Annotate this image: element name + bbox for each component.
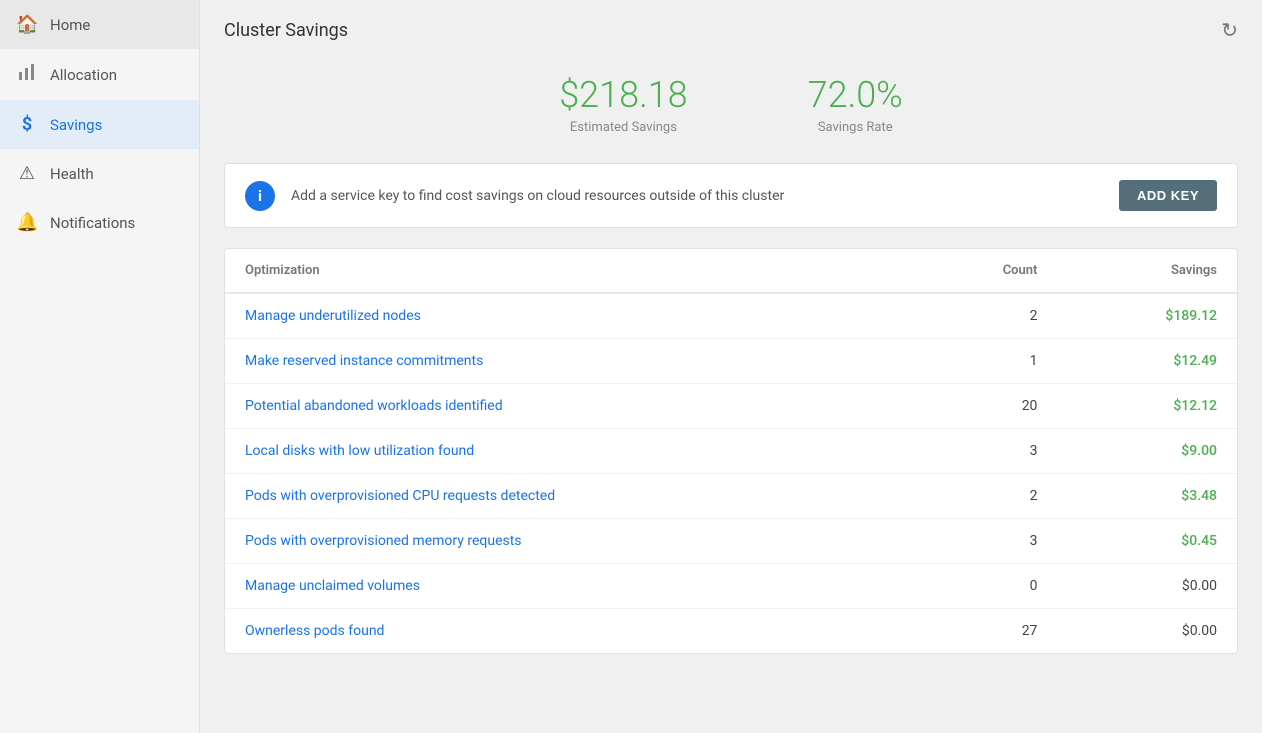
savings-cell: $3.48 (1057, 474, 1237, 519)
sidebar-item-label: Allocation (50, 66, 117, 84)
page-title: Cluster Savings (224, 20, 348, 41)
sidebar-item-health[interactable]: ⚠ Health (0, 149, 199, 198)
savings-cell: $12.12 (1057, 384, 1237, 429)
optimization-link[interactable]: Manage unclaimed volumes (225, 564, 911, 609)
sidebar-item-label: Home (50, 16, 90, 34)
banner-text: Add a service key to find cost savings o… (291, 188, 1103, 204)
savings-cell: $0.45 (1057, 519, 1237, 564)
add-key-button[interactable]: ADD KEY (1119, 180, 1217, 211)
count-cell: 2 (911, 293, 1057, 339)
optimizations-table: Optimization Count Savings Manage underu… (225, 249, 1237, 653)
home-icon: 🏠 (16, 14, 38, 35)
stats-section: $218.18 Estimated Savings 72.0% Savings … (200, 58, 1262, 163)
estimated-savings-value: $218.18 (559, 74, 687, 116)
refresh-button[interactable]: ↻ (1221, 18, 1238, 42)
savings-rate-block: 72.0% Savings Rate (808, 74, 903, 135)
sidebar-item-label: Health (50, 165, 94, 183)
table-header-row: Optimization Count Savings (225, 249, 1237, 293)
count-cell: 2 (911, 474, 1057, 519)
count-cell: 3 (911, 519, 1057, 564)
info-icon: i (245, 181, 275, 211)
optimization-link[interactable]: Local disks with low utilization found (225, 429, 911, 474)
savings-icon: $ (16, 114, 38, 135)
table-row: Manage underutilized nodes2$189.12 (225, 293, 1237, 339)
optimization-link[interactable]: Manage underutilized nodes (225, 293, 911, 339)
health-icon: ⚠ (16, 163, 38, 184)
estimated-savings-block: $218.18 Estimated Savings (559, 74, 687, 135)
table-row: Local disks with low utilization found3$… (225, 429, 1237, 474)
table-row: Potential abandoned workloads identified… (225, 384, 1237, 429)
col-count: Count (911, 249, 1057, 293)
optimization-link[interactable]: Pods with overprovisioned memory request… (225, 519, 911, 564)
savings-cell: $12.49 (1057, 339, 1237, 384)
savings-cell: $0.00 (1057, 609, 1237, 654)
page-header: Cluster Savings ↻ (200, 0, 1262, 58)
optimization-link[interactable]: Potential abandoned workloads identified (225, 384, 911, 429)
main-content: Cluster Savings ↻ $218.18 Estimated Savi… (200, 0, 1262, 733)
info-banner: i Add a service key to find cost savings… (224, 163, 1238, 228)
table-row: Pods with overprovisioned memory request… (225, 519, 1237, 564)
savings-rate-label: Savings Rate (808, 120, 903, 135)
count-cell: 20 (911, 384, 1057, 429)
savings-cell: $9.00 (1057, 429, 1237, 474)
count-cell: 3 (911, 429, 1057, 474)
sidebar-item-allocation[interactable]: Allocation (0, 49, 199, 100)
count-cell: 27 (911, 609, 1057, 654)
sidebar-item-label: Savings (50, 116, 102, 134)
optimizations-table-container: Optimization Count Savings Manage underu… (224, 248, 1238, 654)
savings-cell: $0.00 (1057, 564, 1237, 609)
estimated-savings-label: Estimated Savings (559, 120, 687, 135)
sidebar: 🏠 Home Allocation $ Savings ⚠ Health 🔔 N… (0, 0, 200, 733)
col-optimization: Optimization (225, 249, 911, 293)
sidebar-item-savings[interactable]: $ Savings (0, 100, 199, 149)
count-cell: 1 (911, 339, 1057, 384)
table-row: Pods with overprovisioned CPU requests d… (225, 474, 1237, 519)
optimization-link[interactable]: Pods with overprovisioned CPU requests d… (225, 474, 911, 519)
count-cell: 0 (911, 564, 1057, 609)
sidebar-item-home[interactable]: 🏠 Home (0, 0, 199, 49)
table-row: Manage unclaimed volumes0$0.00 (225, 564, 1237, 609)
savings-rate-value: 72.0% (808, 74, 903, 116)
savings-cell: $189.12 (1057, 293, 1237, 339)
table-row: Ownerless pods found27$0.00 (225, 609, 1237, 654)
table-row: Make reserved instance commitments1$12.4… (225, 339, 1237, 384)
allocation-icon (16, 63, 38, 86)
col-savings: Savings (1057, 249, 1237, 293)
sidebar-item-label: Notifications (50, 214, 135, 232)
optimization-link[interactable]: Make reserved instance commitments (225, 339, 911, 384)
optimization-link[interactable]: Ownerless pods found (225, 609, 911, 654)
notifications-icon: 🔔 (16, 212, 38, 233)
sidebar-item-notifications[interactable]: 🔔 Notifications (0, 198, 199, 247)
